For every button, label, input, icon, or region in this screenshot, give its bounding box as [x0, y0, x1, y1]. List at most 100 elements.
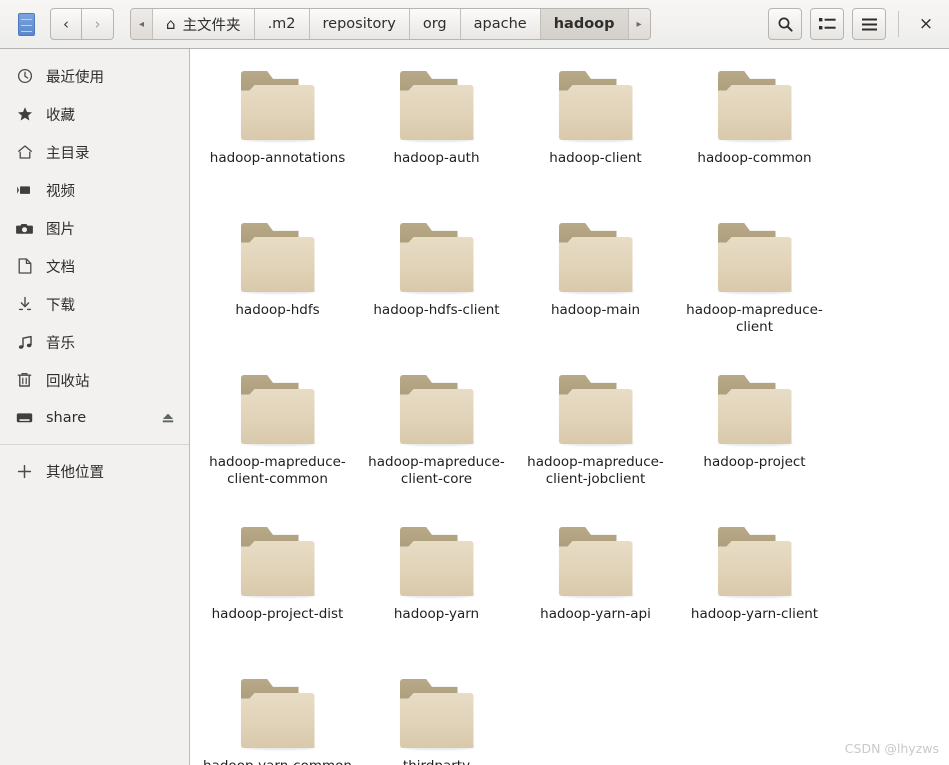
- sidebar-item-documents[interactable]: 文档: [0, 247, 189, 285]
- folder-icon: [715, 67, 795, 143]
- close-window-button[interactable]: ×: [911, 9, 941, 39]
- file-name-label: hadoop-project: [703, 454, 806, 470]
- file-name-label: hadoop-auth: [393, 150, 480, 166]
- sidebar-item-home[interactable]: 主目录: [0, 133, 189, 171]
- file-name-label: hadoop-hdfs: [235, 302, 320, 318]
- file-item[interactable]: hadoop-mapreduce-client-common: [198, 367, 357, 519]
- file-item[interactable]: hadoop-yarn-common: [198, 671, 357, 765]
- toolbar-divider: [898, 11, 899, 37]
- breadcrumb-scroll-left[interactable]: ◂: [131, 9, 154, 39]
- file-item[interactable]: thirdparty: [357, 671, 516, 765]
- folder-icon: [397, 523, 477, 599]
- breadcrumb-item-apache[interactable]: apache: [460, 9, 541, 39]
- sidebar: 最近使用 收藏 主目录 视频 图片 文档 下载 音乐 回收站 share 其他位…: [0, 49, 190, 765]
- back-button[interactable]: ‹: [50, 8, 82, 40]
- file-manager-window: ‹ › ◂ ⌂ 主文件夹 .m2 repository org apache h…: [0, 0, 949, 765]
- sidebar-item-label: 文档: [46, 259, 75, 276]
- home-icon: ⌂: [166, 14, 176, 33]
- breadcrumb-item-repository[interactable]: repository: [309, 9, 410, 39]
- file-name-label: hadoop-yarn-common: [203, 758, 352, 765]
- file-item[interactable]: hadoop-yarn-client: [675, 519, 834, 671]
- main-area: 最近使用 收藏 主目录 视频 图片 文档 下载 音乐 回收站 share 其他位…: [0, 49, 949, 765]
- folder-icon: [715, 219, 795, 295]
- sidebar-item-recent[interactable]: 最近使用: [0, 57, 189, 95]
- file-grid: hadoop-annotations hadoop-auth hadoop-cl…: [190, 63, 949, 765]
- file-cabinet-icon: [17, 12, 35, 36]
- file-name-label: hadoop-mapreduce-client-core: [368, 454, 505, 487]
- breadcrumb: ◂ ⌂ 主文件夹 .m2 repository org apache hadoo…: [130, 8, 651, 40]
- file-item[interactable]: hadoop-mapreduce-client-core: [357, 367, 516, 519]
- file-item[interactable]: hadoop-yarn-api: [516, 519, 675, 671]
- file-item[interactable]: hadoop-hdfs-client: [357, 215, 516, 367]
- sidebar-item-label: 回收站: [46, 373, 90, 390]
- breadcrumb-item-label: apache: [473, 16, 527, 32]
- breadcrumb-item-label: .m2: [267, 16, 296, 32]
- breadcrumb-item-org[interactable]: org: [409, 9, 461, 39]
- sidebar-item-label: 其他位置: [46, 464, 104, 481]
- file-name-label: hadoop-yarn: [393, 606, 480, 622]
- sidebar-item-share[interactable]: share: [0, 399, 189, 437]
- folder-icon: [397, 371, 477, 447]
- file-item[interactable]: hadoop-yarn: [357, 519, 516, 671]
- folder-icon: [238, 371, 318, 447]
- clock-icon: [16, 68, 33, 84]
- folder-icon: [397, 219, 477, 295]
- forward-button[interactable]: ›: [82, 8, 114, 40]
- app-icon: [6, 12, 46, 36]
- sidebar-item-trash[interactable]: 回收站: [0, 361, 189, 399]
- breadcrumb-scroll-right[interactable]: ▸: [628, 9, 650, 39]
- folder-icon: [715, 523, 795, 599]
- file-item[interactable]: hadoop-project: [675, 367, 834, 519]
- sidebar-item-label: 图片: [46, 221, 75, 238]
- video-camera-icon: [16, 184, 33, 196]
- sidebar-item-downloads[interactable]: 下载: [0, 285, 189, 323]
- file-item[interactable]: hadoop-auth: [357, 63, 516, 215]
- breadcrumb-item-home[interactable]: ⌂ 主文件夹: [153, 9, 255, 39]
- navigation-buttons: ‹ ›: [50, 8, 114, 40]
- sidebar-item-starred[interactable]: 收藏: [0, 95, 189, 133]
- breadcrumb-item-hadoop[interactable]: hadoop: [540, 9, 629, 39]
- file-item[interactable]: hadoop-client: [516, 63, 675, 215]
- folder-icon: [238, 67, 318, 143]
- sidebar-item-label: 音乐: [46, 335, 75, 352]
- sidebar-item-label: 收藏: [46, 107, 75, 124]
- file-name-label: thirdparty: [403, 758, 470, 765]
- sidebar-item-pictures[interactable]: 图片: [0, 209, 189, 247]
- file-item[interactable]: hadoop-project-dist: [198, 519, 357, 671]
- music-note-icon: [16, 335, 33, 350]
- folder-icon: [238, 219, 318, 295]
- file-item[interactable]: hadoop-main: [516, 215, 675, 367]
- file-item[interactable]: hadoop-mapreduce-client-jobclient: [516, 367, 675, 519]
- folder-icon: [715, 371, 795, 447]
- list-view-button[interactable]: [810, 8, 844, 40]
- toolbar: ×: [768, 8, 941, 40]
- folder-icon: [556, 523, 636, 599]
- folder-icon: [556, 219, 636, 295]
- sidebar-item-label: 视频: [46, 183, 75, 200]
- sidebar-item-music[interactable]: 音乐: [0, 323, 189, 361]
- file-item[interactable]: hadoop-annotations: [198, 63, 357, 215]
- menu-button[interactable]: [852, 8, 886, 40]
- file-item[interactable]: hadoop-mapreduce-client: [675, 215, 834, 367]
- header-bar: ‹ › ◂ ⌂ 主文件夹 .m2 repository org apache h…: [0, 0, 949, 49]
- search-button[interactable]: [768, 8, 802, 40]
- chevron-left-icon: ‹: [63, 15, 69, 33]
- file-name-label: hadoop-common: [697, 150, 812, 166]
- breadcrumb-item-m2[interactable]: .m2: [254, 9, 310, 39]
- sidebar-item-label: 下载: [46, 297, 75, 314]
- sidebar-item-other-locations[interactable]: 其他位置: [0, 452, 189, 490]
- file-name-label: hadoop-hdfs-client: [373, 302, 500, 318]
- document-icon: [16, 258, 33, 274]
- file-name-label: hadoop-annotations: [209, 150, 346, 166]
- folder-icon: [397, 675, 477, 751]
- sidebar-item-videos[interactable]: 视频: [0, 171, 189, 209]
- sidebar-item-label: share: [46, 410, 87, 426]
- eject-icon[interactable]: [161, 412, 175, 424]
- file-item[interactable]: hadoop-common: [675, 63, 834, 215]
- search-icon: [778, 17, 793, 32]
- file-item[interactable]: hadoop-hdfs: [198, 215, 357, 367]
- folder-icon: [556, 371, 636, 447]
- close-icon: ×: [918, 14, 934, 34]
- file-name-label: hadoop-mapreduce-client-common: [209, 454, 346, 487]
- file-name-label: hadoop-mapreduce-client: [686, 302, 823, 335]
